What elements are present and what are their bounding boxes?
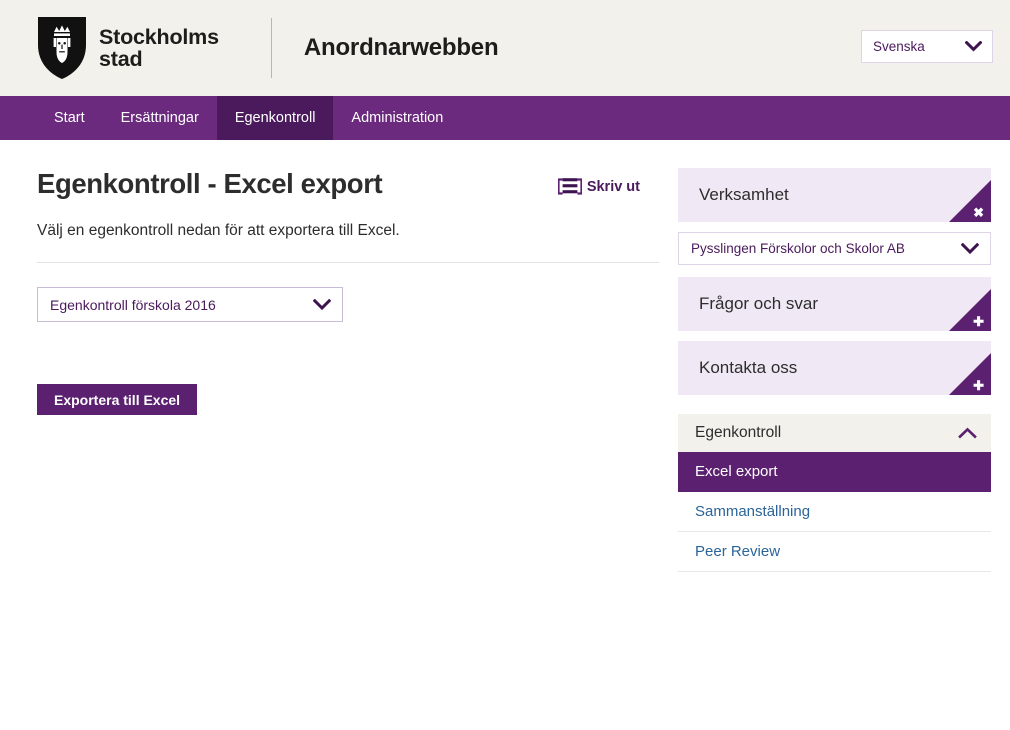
sidebar-panel-kontakta-oss[interactable]: Kontakta oss ✚ [678,341,991,395]
close-icon-glyph: ✖ [973,205,984,220]
sidebar-section-header[interactable]: Egenkontroll [678,414,991,452]
verksamhet-select[interactable]: Pysslingen Förskolor och Skolor AB [678,232,991,265]
sidebar-panel-label: Frågor och svar [699,294,819,313]
chevron-down-icon [313,298,331,310]
nav-item-ersattningar[interactable]: Ersättningar [103,96,217,140]
stockholm-shield-logo-icon [38,17,86,79]
sidebar-panel-label: Kontakta oss [699,358,798,377]
sidebar-panel-fragor-och-svar[interactable]: Frågor och svar ✚ [678,277,991,331]
print-link-label: Skriv ut [586,178,640,195]
language-select[interactable]: Svenska [861,30,993,63]
header-divider [270,18,272,78]
sidebar-section-title: Egenkontroll [695,424,782,441]
verksamhet-select-value: Pysslingen Förskolor och Skolor AB [691,241,905,256]
title-row: Egenkontroll - Excel export Skriv ut [37,168,660,200]
sidebar-item-label: Excel export [695,463,778,480]
sidebar-section-egenkontroll: Egenkontroll Excel export Sammanställnin… [678,414,991,572]
plus-icon-glyph: ✚ [973,314,984,329]
nav-item-label: Start [54,110,85,126]
plus-icon[interactable] [949,289,991,331]
print-link[interactable]: Skriv ut [557,176,640,197]
sidebar: Verksamhet ✖ Pysslingen Förskolor och Sk… [678,168,991,572]
nav-item-label: Ersättningar [120,110,199,126]
sidebar-item-sammanstallning[interactable]: Sammanställning [678,492,991,532]
main-content: Egenkontroll - Excel export Skriv ut Väl… [0,168,660,415]
sidebar-item-excel-export[interactable]: Excel export [678,452,991,492]
page-intro: Välj en egenkontroll nedan för att expor… [37,222,400,239]
nav-item-label: Administration [351,110,444,126]
page-title: Egenkontroll - Excel export [37,168,383,199]
content-divider [37,262,659,263]
app-title: Anordnarwebben [303,34,499,61]
egenkontroll-select[interactable]: Egenkontroll förskola 2016 [37,287,343,322]
chevron-down-icon [961,242,979,254]
main-navigation: Start Ersättningar Egenkontroll Administ… [0,96,1010,140]
page-body: Egenkontroll - Excel export Skriv ut Väl… [0,140,1010,572]
sidebar-panel-verksamhet[interactable]: Verksamhet ✖ [678,168,991,222]
nav-item-start[interactable]: Start [36,96,103,140]
egenkontroll-select-value: Egenkontroll förskola 2016 [50,296,216,313]
sidebar-panel-label: Verksamhet [699,185,789,204]
export-to-excel-button[interactable]: Exportera till Excel [37,384,198,415]
site-header: Stockholms stad Anordnarwebben Svenska [0,0,1010,96]
chevron-down-icon [965,41,982,52]
language-select-value: Svenska [873,39,925,54]
nav-item-administration[interactable]: Administration [333,96,461,140]
logo-wordmark: Stockholms stad [99,24,219,71]
printer-icon [557,176,582,197]
sidebar-item-peer-review[interactable]: Peer Review [678,532,991,572]
nav-item-egenkontroll[interactable]: Egenkontroll [216,96,334,140]
close-icon[interactable] [949,180,991,222]
nav-item-label: Egenkontroll [234,110,316,126]
site-logo[interactable]: Stockholms stad [36,15,219,81]
sidebar-item-label: Peer Review [695,543,781,560]
plus-icon-glyph: ✚ [973,378,984,393]
chevron-up-icon[interactable] [958,427,977,439]
plus-icon[interactable] [949,353,991,395]
sidebar-item-label: Sammanställning [695,503,811,520]
